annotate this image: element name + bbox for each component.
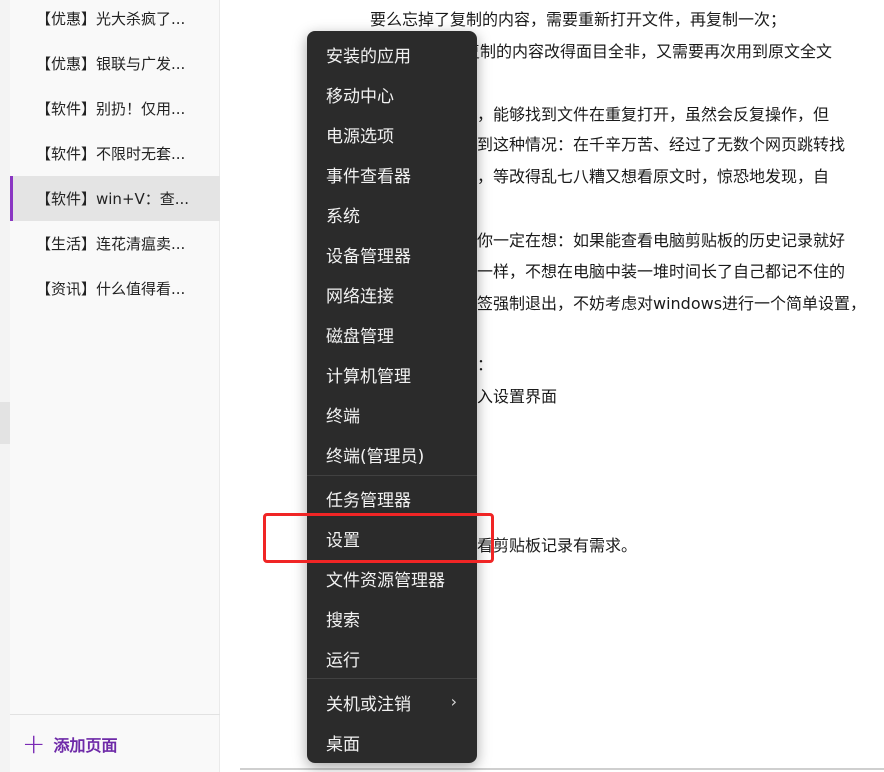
- menu-item-power-options[interactable]: 电源选项: [307, 115, 477, 153]
- content-line: 到这种情况：在千辛万苦、经过了无数个网页跳转找: [477, 135, 846, 154]
- left-edge-strip: [0, 0, 10, 772]
- content-bottom-border: [240, 768, 884, 770]
- page-item[interactable]: 【生活】连花清瘟卖...: [10, 221, 220, 266]
- menu-item-mobility-center[interactable]: 移动中心: [307, 75, 477, 113]
- menu-item-terminal[interactable]: 终端: [307, 395, 477, 433]
- menu-item-run[interactable]: 运行: [307, 639, 477, 677]
- menu-item-network-connections[interactable]: 网络连接: [307, 275, 477, 313]
- menu-separator: [307, 475, 477, 476]
- add-page-label: 添加页面: [53, 735, 118, 755]
- content-line: 你一定在想：如果能查看电脑剪贴板的历史记录就好: [477, 231, 846, 250]
- menu-item-task-manager[interactable]: 任务管理器: [307, 479, 477, 517]
- content-line: 复制的内容改得面目全非，又需要再次用到原文全文: [464, 42, 833, 61]
- chevron-right-icon: ›: [450, 692, 457, 711]
- menu-item-event-viewer[interactable]: 事件查看器: [307, 155, 477, 193]
- plus-icon: +: [22, 726, 46, 760]
- menu-item-system[interactable]: 系统: [307, 195, 477, 233]
- page-item-selected[interactable]: 【软件】win+V：查...: [10, 176, 220, 221]
- menu-item-terminal-admin[interactable]: 终端(管理员): [307, 435, 477, 473]
- page-item[interactable]: 【软件】不限时无套...: [10, 131, 220, 176]
- page-item[interactable]: 【资讯】什么值得看...: [10, 266, 220, 311]
- menu-separator: [307, 678, 477, 679]
- content-line: 入设置界面: [477, 387, 558, 406]
- content-line: ，能够找到文件在重复打开，虽然会反复操作，但: [477, 105, 830, 124]
- menu-item-computer-management[interactable]: 计算机管理: [307, 355, 477, 393]
- menu-item-device-manager[interactable]: 设备管理器: [307, 235, 477, 273]
- page-item[interactable]: 【软件】别扔！仅用...: [10, 86, 220, 131]
- content-line: 签强制退出，不妨考虑对windows进行一个简单设置，: [477, 294, 867, 313]
- scroll-mark: [0, 402, 10, 444]
- content-line: ：: [477, 355, 494, 374]
- menu-item-installed-apps[interactable]: 安装的应用: [307, 35, 477, 73]
- content-line: 要么忘掉了复制的内容，需要重新打开文件，再复制一次；: [370, 10, 787, 29]
- menu-item-label: 关机或注销: [326, 694, 411, 715]
- menu-item-shutdown-signout[interactable]: 关机或注销 ›: [307, 683, 477, 721]
- content-line: 一样，不想在电脑中装一堆时间长了自己都记不住的: [477, 262, 846, 281]
- menu-item-search[interactable]: 搜索: [307, 599, 477, 637]
- menu-item-file-explorer[interactable]: 文件资源管理器: [307, 559, 477, 597]
- page-list-sidebar: 【优惠】光大杀疯了... 【优惠】银联与广发... 【软件】别扔！仅用... 【…: [10, 0, 220, 772]
- page-item[interactable]: 【优惠】光大杀疯了...: [10, 0, 220, 41]
- content-line: 看剪贴板记录有需求。: [477, 536, 638, 555]
- content-line: ，等改得乱七八糟又想看原文时，惊恐地发现，自: [477, 167, 830, 186]
- page-item[interactable]: 【优惠】银联与广发...: [10, 41, 220, 86]
- add-page-button[interactable]: + 添加页面: [10, 714, 220, 772]
- menu-item-desktop[interactable]: 桌面: [307, 723, 477, 761]
- menu-item-disk-management[interactable]: 磁盘管理: [307, 315, 477, 353]
- start-context-menu: 安装的应用 移动中心 电源选项 事件查看器 系统 设备管理器 网络连接 磁盘管理…: [307, 31, 477, 763]
- menu-item-settings[interactable]: 设置: [307, 519, 477, 557]
